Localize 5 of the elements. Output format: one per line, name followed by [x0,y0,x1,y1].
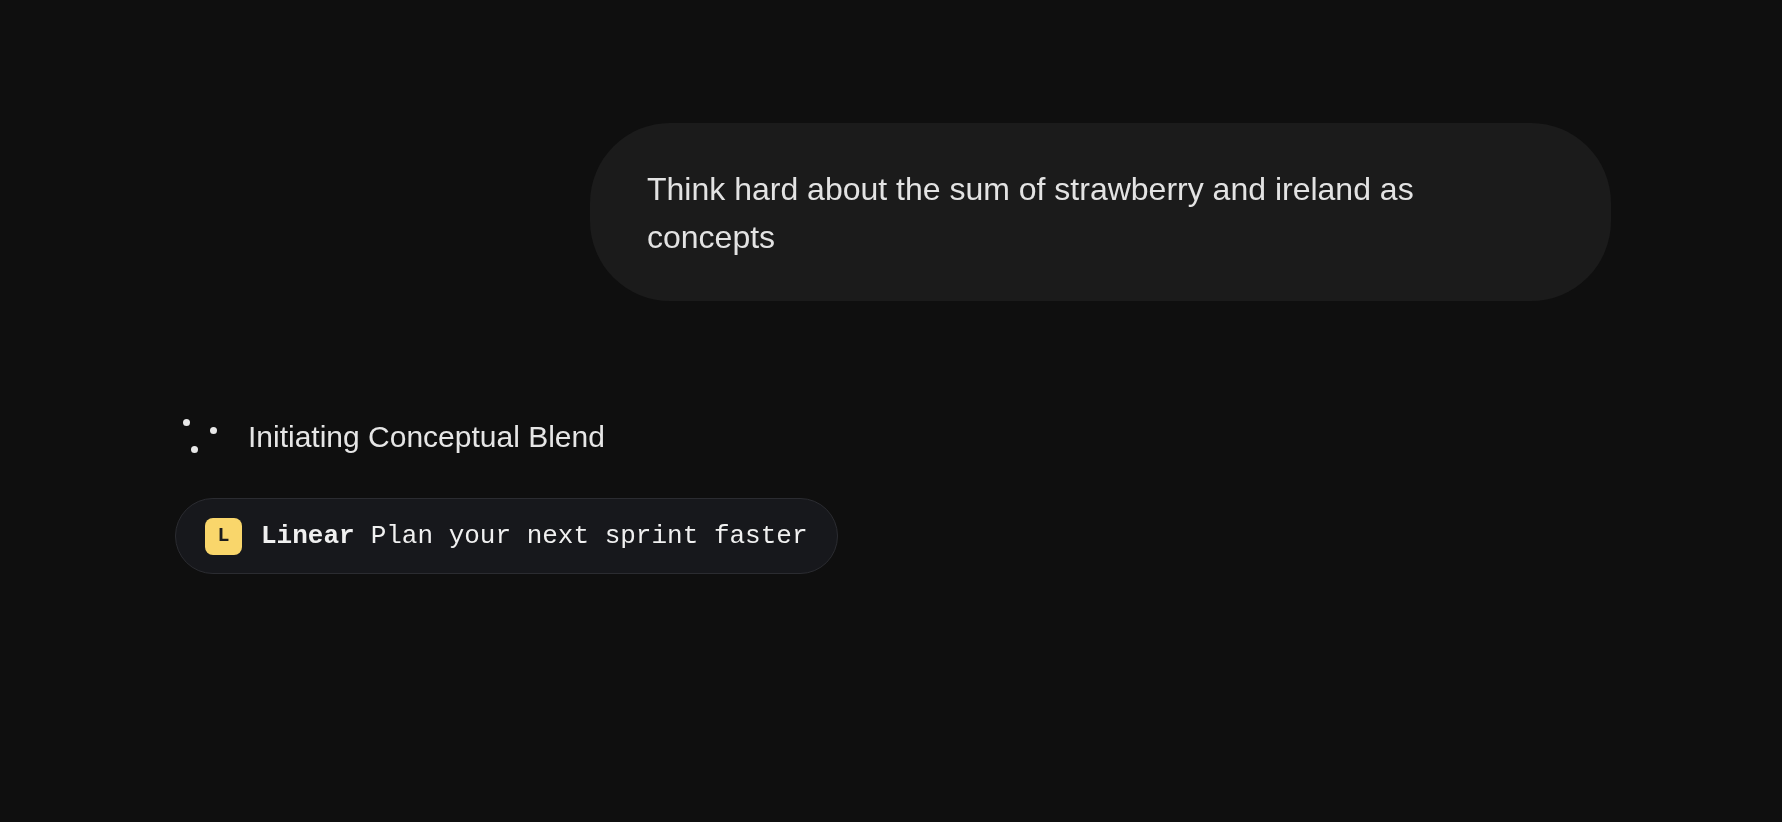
loading-dots-icon [183,419,217,453]
brand-logo: L [205,517,242,555]
message-text: Think hard about the sum of strawberry and ireland as concepts [647,170,1415,257]
sponsor-link[interactable]: L Linear Plan your next sprint faster [175,498,838,574]
status-text: Initiating Conceptual Blend [248,418,605,455]
